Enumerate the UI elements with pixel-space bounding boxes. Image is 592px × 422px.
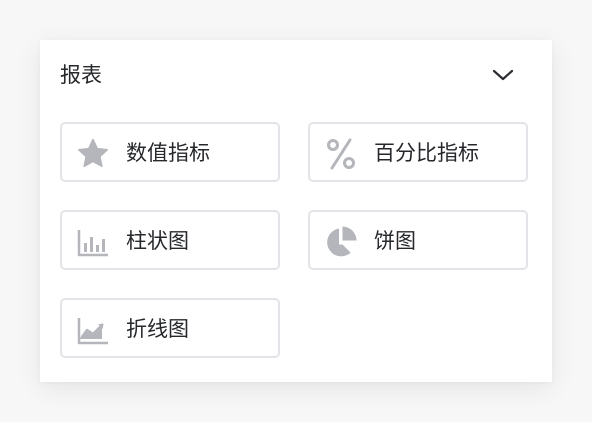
report-item-number-metric[interactable]: 数值指标: [60, 122, 280, 182]
report-item-percent-metric[interactable]: 百分比指标: [308, 122, 528, 182]
chevron-down-icon: [492, 69, 514, 81]
star-icon: [76, 137, 110, 171]
percent-icon: [324, 137, 358, 171]
report-item-label: 柱状图: [126, 229, 189, 253]
report-item-label: 折线图: [126, 317, 189, 341]
line-chart-icon: [76, 313, 110, 347]
panel-header: 报表: [60, 58, 532, 92]
report-item-pie-chart[interactable]: 饼图: [308, 210, 528, 270]
report-item-line-chart[interactable]: 折线图: [60, 298, 280, 358]
report-panel: 报表 数值指标 百分比指标 柱状图 饼图 折线图: [40, 40, 552, 382]
panel-title: 报表: [60, 63, 102, 87]
report-item-bar-chart[interactable]: 柱状图: [60, 210, 280, 270]
pie-chart-icon: [324, 225, 358, 259]
collapse-button[interactable]: [490, 62, 516, 88]
report-item-label: 百分比指标: [374, 141, 479, 165]
report-item-label: 饼图: [374, 229, 416, 253]
bar-chart-icon: [76, 225, 110, 259]
report-item-label: 数值指标: [126, 141, 210, 165]
